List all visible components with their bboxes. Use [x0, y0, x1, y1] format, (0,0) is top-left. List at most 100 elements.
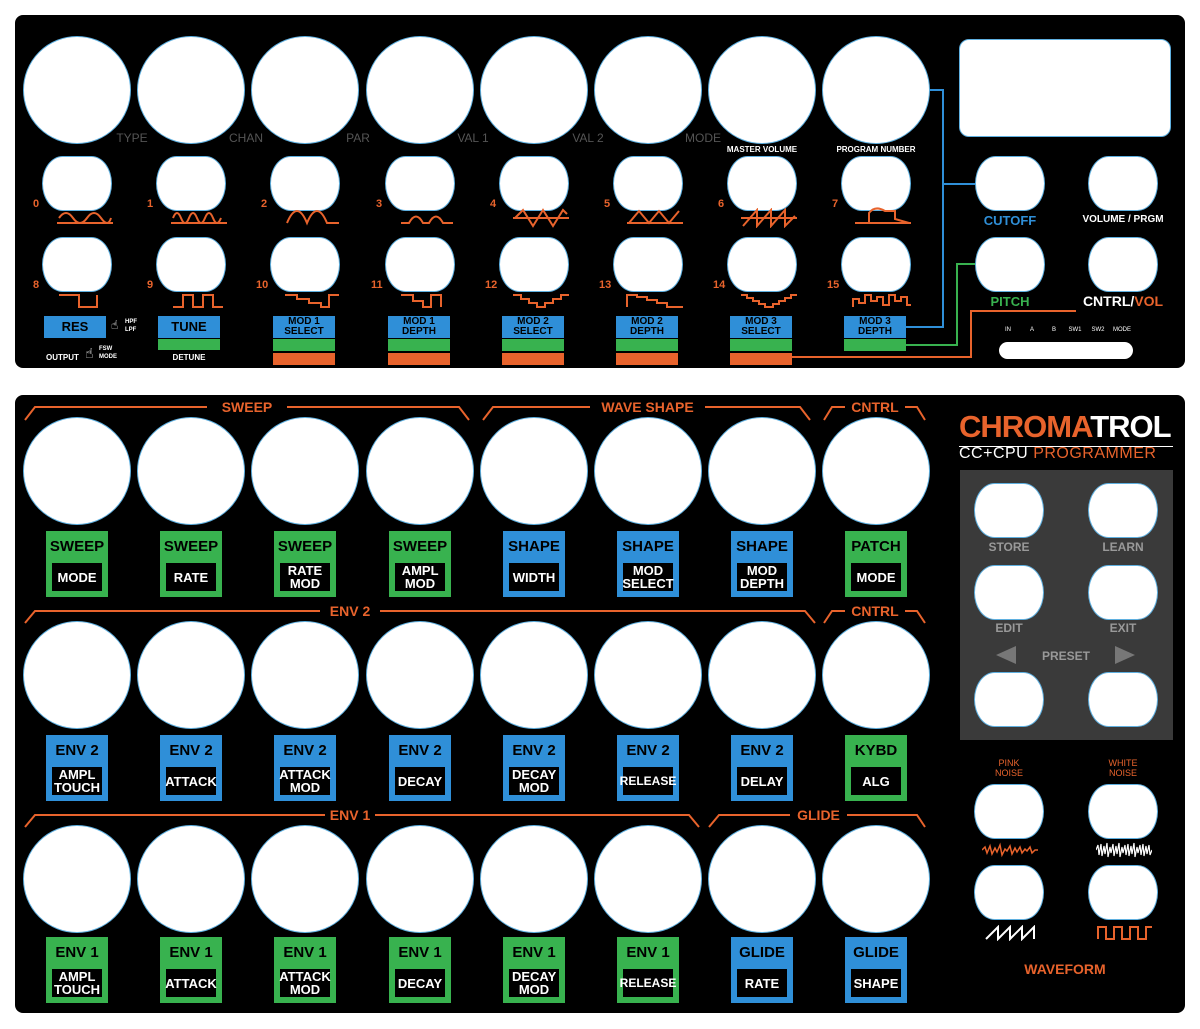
- label-glide-shape: GLIDE SHAPE: [845, 937, 907, 1003]
- learn-button[interactable]: [1088, 483, 1158, 538]
- label-env2-attack-mod: ENV 2 ATTACK MOD: [274, 735, 336, 801]
- label-top: SWEEP: [392, 538, 448, 555]
- label-top: ENV 1: [626, 944, 670, 961]
- section-cntrl-2: CNTRL: [851, 603, 899, 619]
- bottom-panel: SWEEP WAVE SHAPE CNTRL ENV 2 CNTRL ENV 1…: [15, 395, 1185, 1013]
- knob-shape-mod-depth[interactable]: [708, 417, 816, 525]
- knob-env1-release[interactable]: [594, 825, 702, 933]
- knob-env1-decay-mod[interactable]: [480, 825, 588, 933]
- label-bottom: RATE: [737, 969, 787, 997]
- section-sweep: SWEEP: [221, 399, 273, 415]
- label-shape-mod-depth: SHAPE MOD DEPTH: [731, 531, 793, 597]
- label-sweep-ampl-mod: SWEEP AMPL MOD: [389, 531, 451, 597]
- knob-sweep-mode[interactable]: [23, 417, 131, 525]
- knob-glide-shape[interactable]: [822, 825, 930, 933]
- white-noise-button[interactable]: [1088, 784, 1158, 839]
- knob-env1-ampl-touch[interactable]: [23, 825, 131, 933]
- label-env2-release: ENV 2 RELEASE: [617, 735, 679, 801]
- knob-env2-attack[interactable]: [137, 621, 245, 729]
- pink-noise-text: PINK NOISE: [994, 758, 1023, 778]
- square-wave-button[interactable]: [1088, 865, 1158, 920]
- left-arrow-icon: [996, 646, 1016, 664]
- label-top: ENV 2: [626, 742, 670, 759]
- label-top: ENV 2: [169, 742, 213, 759]
- knob-sweep-rate-mod[interactable]: [251, 417, 359, 525]
- section-env1: ENV 1: [329, 807, 371, 823]
- label-bottom: MODE: [851, 563, 901, 591]
- label-top: SHAPE: [622, 538, 674, 555]
- label-env1-decay-mod: ENV 1 DECAY MOD: [503, 937, 565, 1003]
- label-bottom: MODE: [52, 563, 102, 591]
- label-top: GLIDE: [739, 944, 785, 961]
- knob-env1-attack-mod[interactable]: [251, 825, 359, 933]
- label-top: SWEEP: [49, 538, 105, 555]
- knob-shape-mod-select[interactable]: [594, 417, 702, 525]
- section-cntrl: CNTRL: [851, 399, 899, 415]
- label-patch-mode: PATCH MODE: [845, 531, 907, 597]
- store-label: STORE: [988, 540, 1030, 554]
- label-bottom: MOD SELECT: [622, 563, 674, 591]
- knob-env2-release[interactable]: [594, 621, 702, 729]
- saw-wave-button[interactable]: [974, 865, 1044, 920]
- label-bottom: RELEASE: [620, 969, 676, 997]
- exit-button[interactable]: [1088, 565, 1158, 620]
- preset-up-button[interactable]: [1088, 672, 1158, 727]
- knob-env1-attack[interactable]: [137, 825, 245, 933]
- knob-env2-decay-mod[interactable]: [480, 621, 588, 729]
- logo: CHROMATROL: [959, 409, 1179, 445]
- label-env1-decay: ENV 1 DECAY: [389, 937, 451, 1003]
- pink-noise-label: PINK NOISE: [974, 758, 1044, 778]
- knob-env2-delay[interactable]: [708, 621, 816, 729]
- label-bottom: SHAPE: [851, 969, 901, 997]
- knob-env2-attack-mod[interactable]: [251, 621, 359, 729]
- preset-down-button[interactable]: [974, 672, 1044, 727]
- label-top: ENV 1: [283, 944, 327, 961]
- section-wave-shape: WAVE SHAPE: [601, 399, 694, 415]
- label-top: ENV 2: [398, 742, 442, 759]
- knob-env1-decay[interactable]: [366, 825, 474, 933]
- knob-sweep-ampl-mod[interactable]: [366, 417, 474, 525]
- label-bottom: DECAY MOD: [509, 969, 559, 997]
- sawtooth-wave-icon: [985, 925, 1035, 941]
- white-noise-label: WHITE NOISE: [1088, 758, 1158, 778]
- label-env2-delay: ENV 2 DELAY: [731, 735, 793, 801]
- label-env1-attack-mod: ENV 1 ATTACK MOD: [274, 937, 336, 1003]
- knob-patch-mode[interactable]: [822, 417, 930, 525]
- knob-kybd-alg[interactable]: [822, 621, 930, 729]
- knob-shape-width[interactable]: [480, 417, 588, 525]
- label-bottom: ATTACK: [165, 969, 217, 997]
- learn-label: LEARN: [1102, 540, 1144, 554]
- label-bottom: ATTACK MOD: [279, 969, 331, 997]
- label-bottom: AMPL MOD: [395, 563, 445, 591]
- label-bottom: DECAY: [395, 969, 445, 997]
- knob-glide-rate[interactable]: [708, 825, 816, 933]
- label-top: ENV 1: [55, 944, 99, 961]
- pink-noise-button[interactable]: [974, 784, 1044, 839]
- label-top: ENV 1: [398, 944, 442, 961]
- label-shape-mod-select: SHAPE MOD SELECT: [617, 531, 679, 597]
- white-noise-icon: [1096, 842, 1152, 858]
- logo-trol: TROL: [1090, 409, 1171, 444]
- label-env1-attack: ENV 1 ATTACK: [160, 937, 222, 1003]
- white-noise-text: WHITE NOISE: [1108, 758, 1138, 778]
- label-sweep-rate: SWEEP RATE: [160, 531, 222, 597]
- label-env2-ampl-touch: ENV 2 AMPL TOUCH: [46, 735, 108, 801]
- label-top: ENV 1: [169, 944, 213, 961]
- logo-subtitle: CC+CPU PROGRAMMER: [959, 445, 1179, 463]
- label-top: GLIDE: [853, 944, 899, 961]
- label-env1-ampl-touch: ENV 1 AMPL TOUCH: [46, 937, 108, 1003]
- knob-env2-ampl-touch[interactable]: [23, 621, 131, 729]
- label-bottom: ATTACK: [165, 767, 217, 795]
- label-top: SHAPE: [508, 538, 560, 555]
- label-sweep-mode: SWEEP MODE: [46, 531, 108, 597]
- section-glide: GLIDE: [797, 807, 840, 823]
- label-env2-decay: ENV 2 DECAY: [389, 735, 451, 801]
- knob-env2-decay[interactable]: [366, 621, 474, 729]
- label-kybd-alg: KYBD ALG: [845, 735, 907, 801]
- label-top: PATCH: [851, 538, 901, 555]
- edit-button[interactable]: [974, 565, 1044, 620]
- knob-sweep-rate[interactable]: [137, 417, 245, 525]
- store-button[interactable]: [974, 483, 1044, 538]
- right-arrow-icon: [1115, 646, 1135, 664]
- label-bottom: RELEASE: [620, 767, 676, 795]
